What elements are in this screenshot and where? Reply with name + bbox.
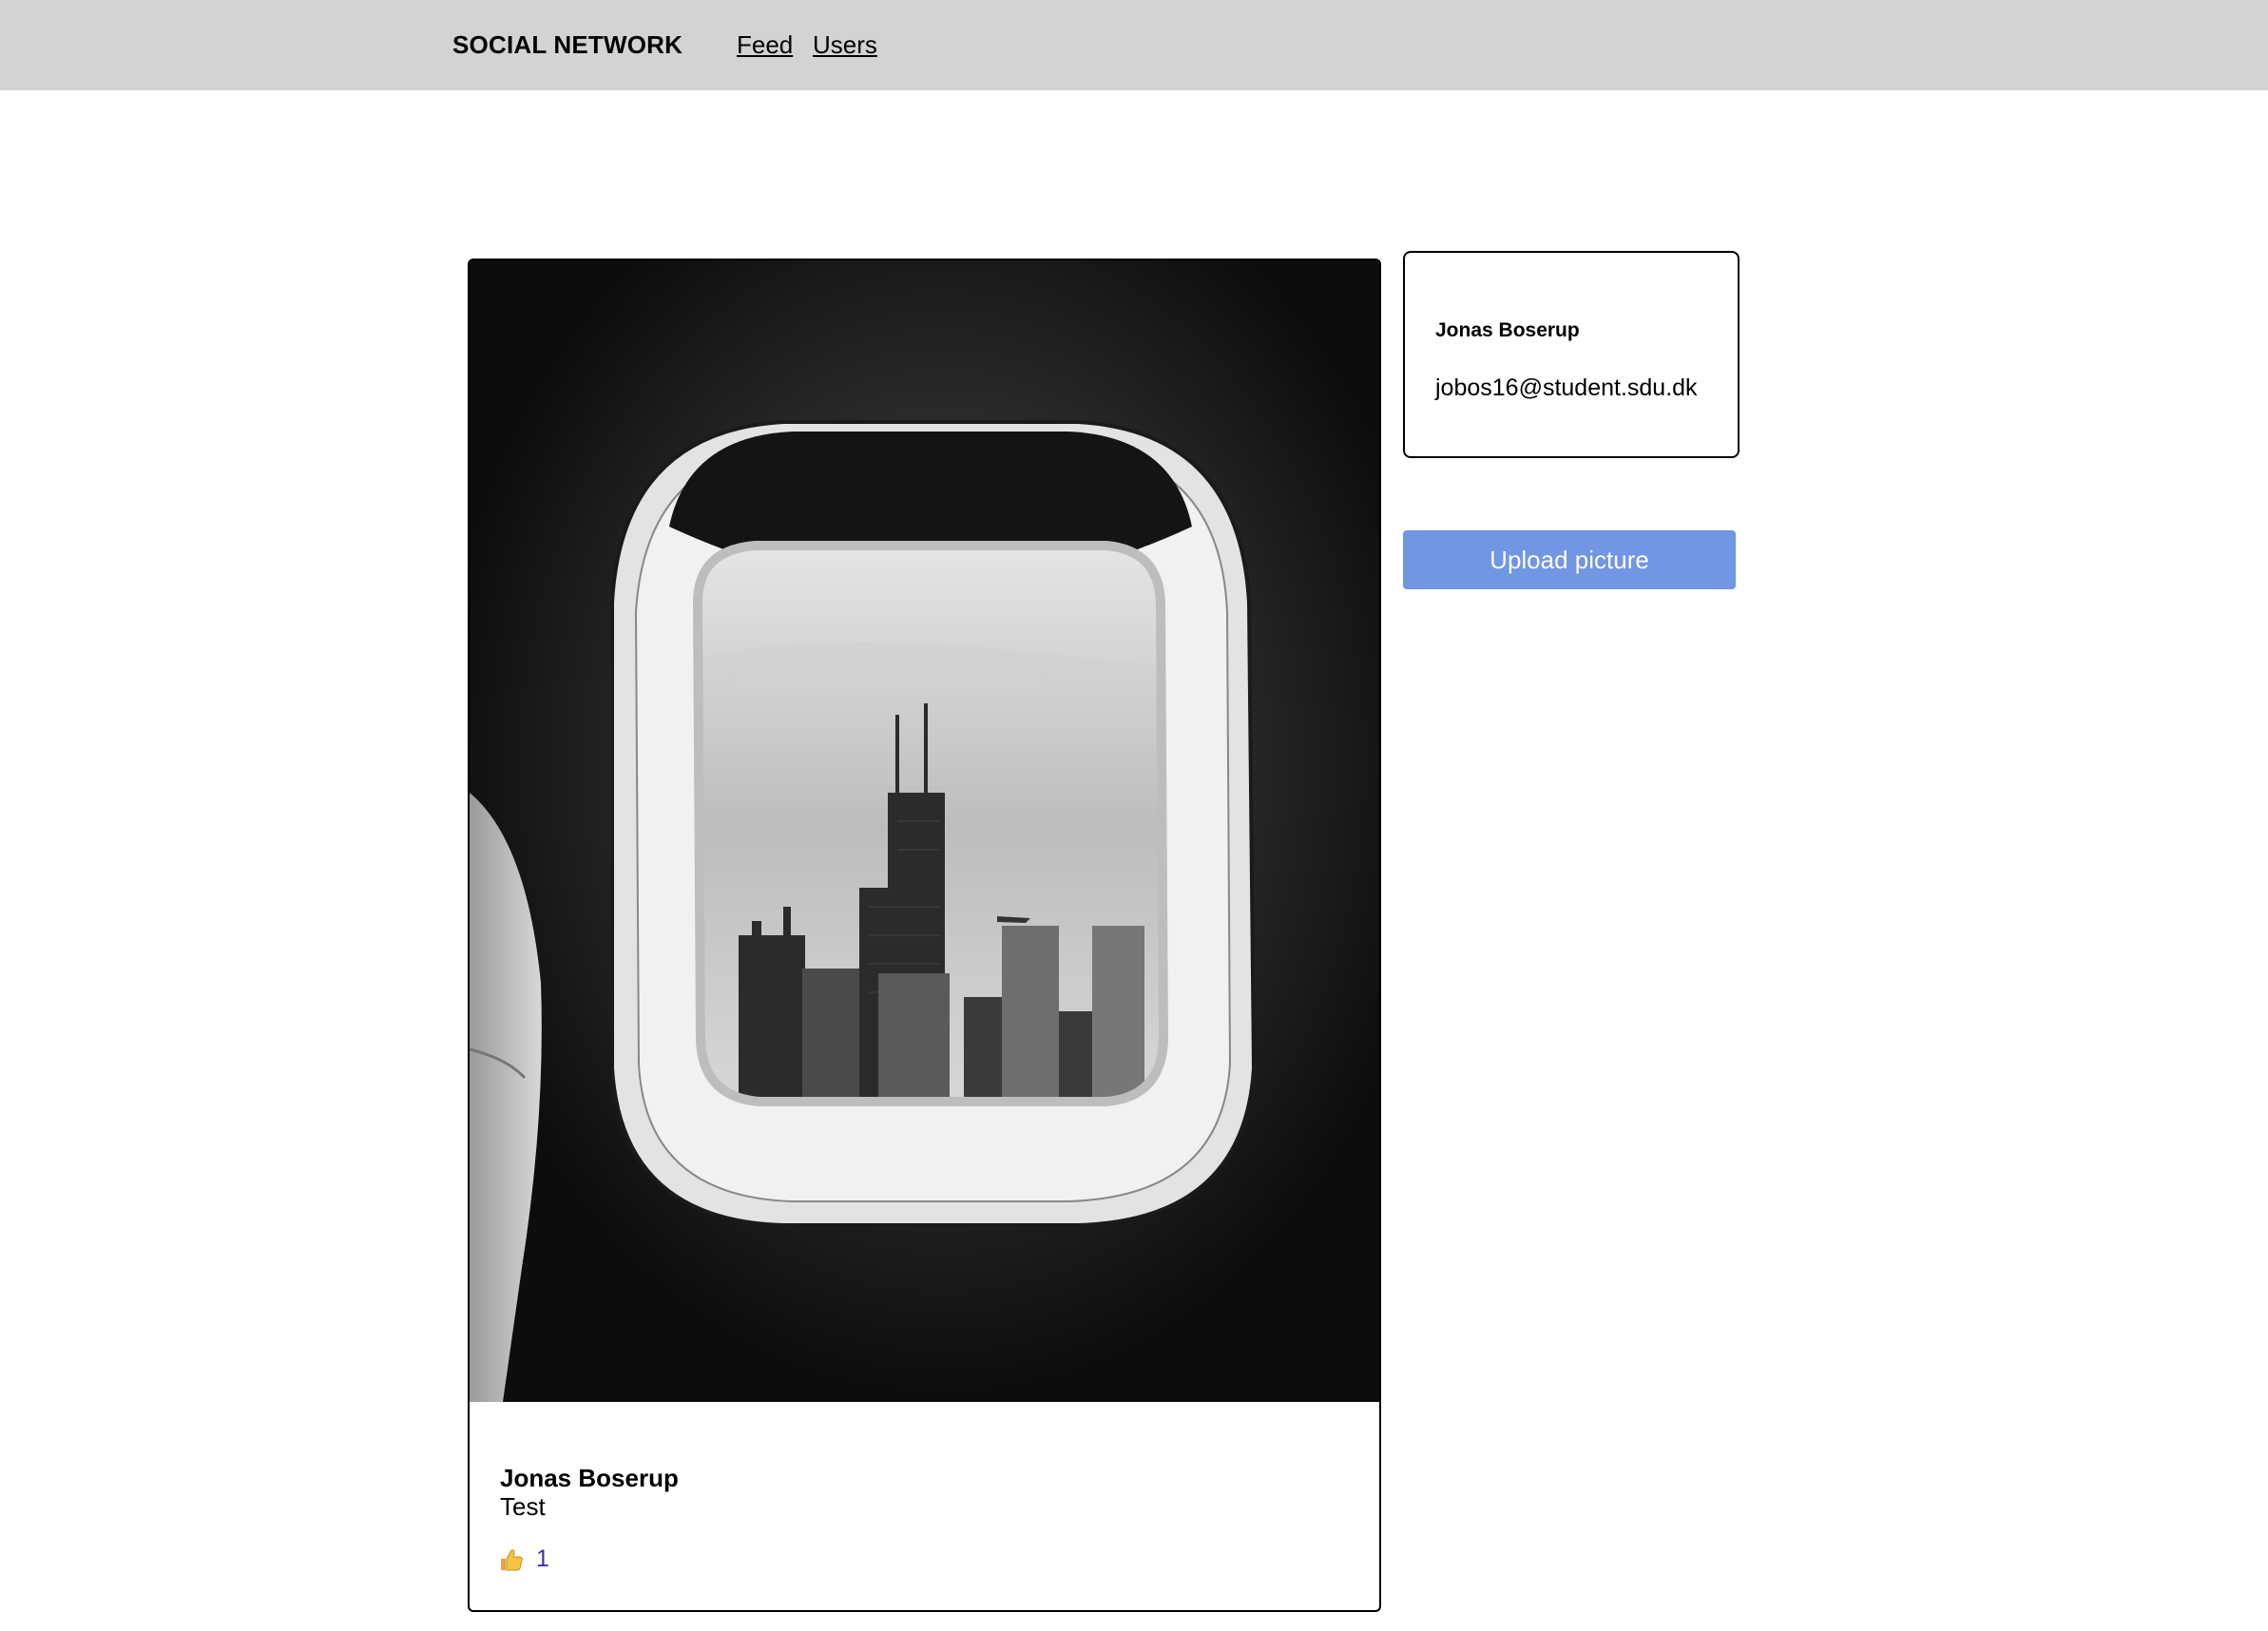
profile-name: Jonas Boserup [1435,319,1580,341]
nav-link-users[interactable]: Users [813,30,877,60]
post-author-name: Jonas Boserup [500,1464,679,1492]
thumbs-up-icon [498,1546,525,1573]
post-image [470,260,1379,1402]
like-count: 1 [536,1545,549,1572]
profile-email: jobos16@student.sdu.dk [1435,374,1698,401]
nav-link-feed[interactable]: Feed [737,30,793,60]
post-caption: Test [500,1492,546,1521]
upload-picture-button[interactable]: Upload picture [1403,530,1736,589]
profile-card: Jonas Boserup jobos16@student.sdu.dk [1403,251,1739,458]
top-navbar: SOCIAL NETWORK Feed Users [0,0,2268,90]
like-button[interactable]: 1 [498,1545,549,1573]
brand-title: SOCIAL NETWORK [452,30,683,59]
post-card: Jonas Boserup Test 1 [468,259,1381,1612]
